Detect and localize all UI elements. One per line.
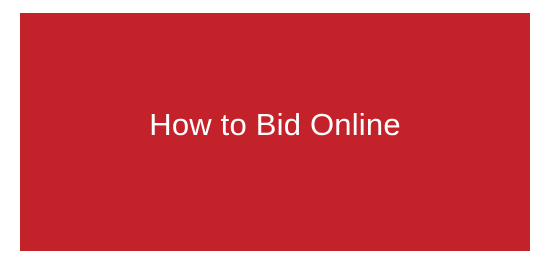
how-to-bid-online-button[interactable]: How to Bid Online xyxy=(20,13,530,251)
banner-label: How to Bid Online xyxy=(149,107,401,142)
